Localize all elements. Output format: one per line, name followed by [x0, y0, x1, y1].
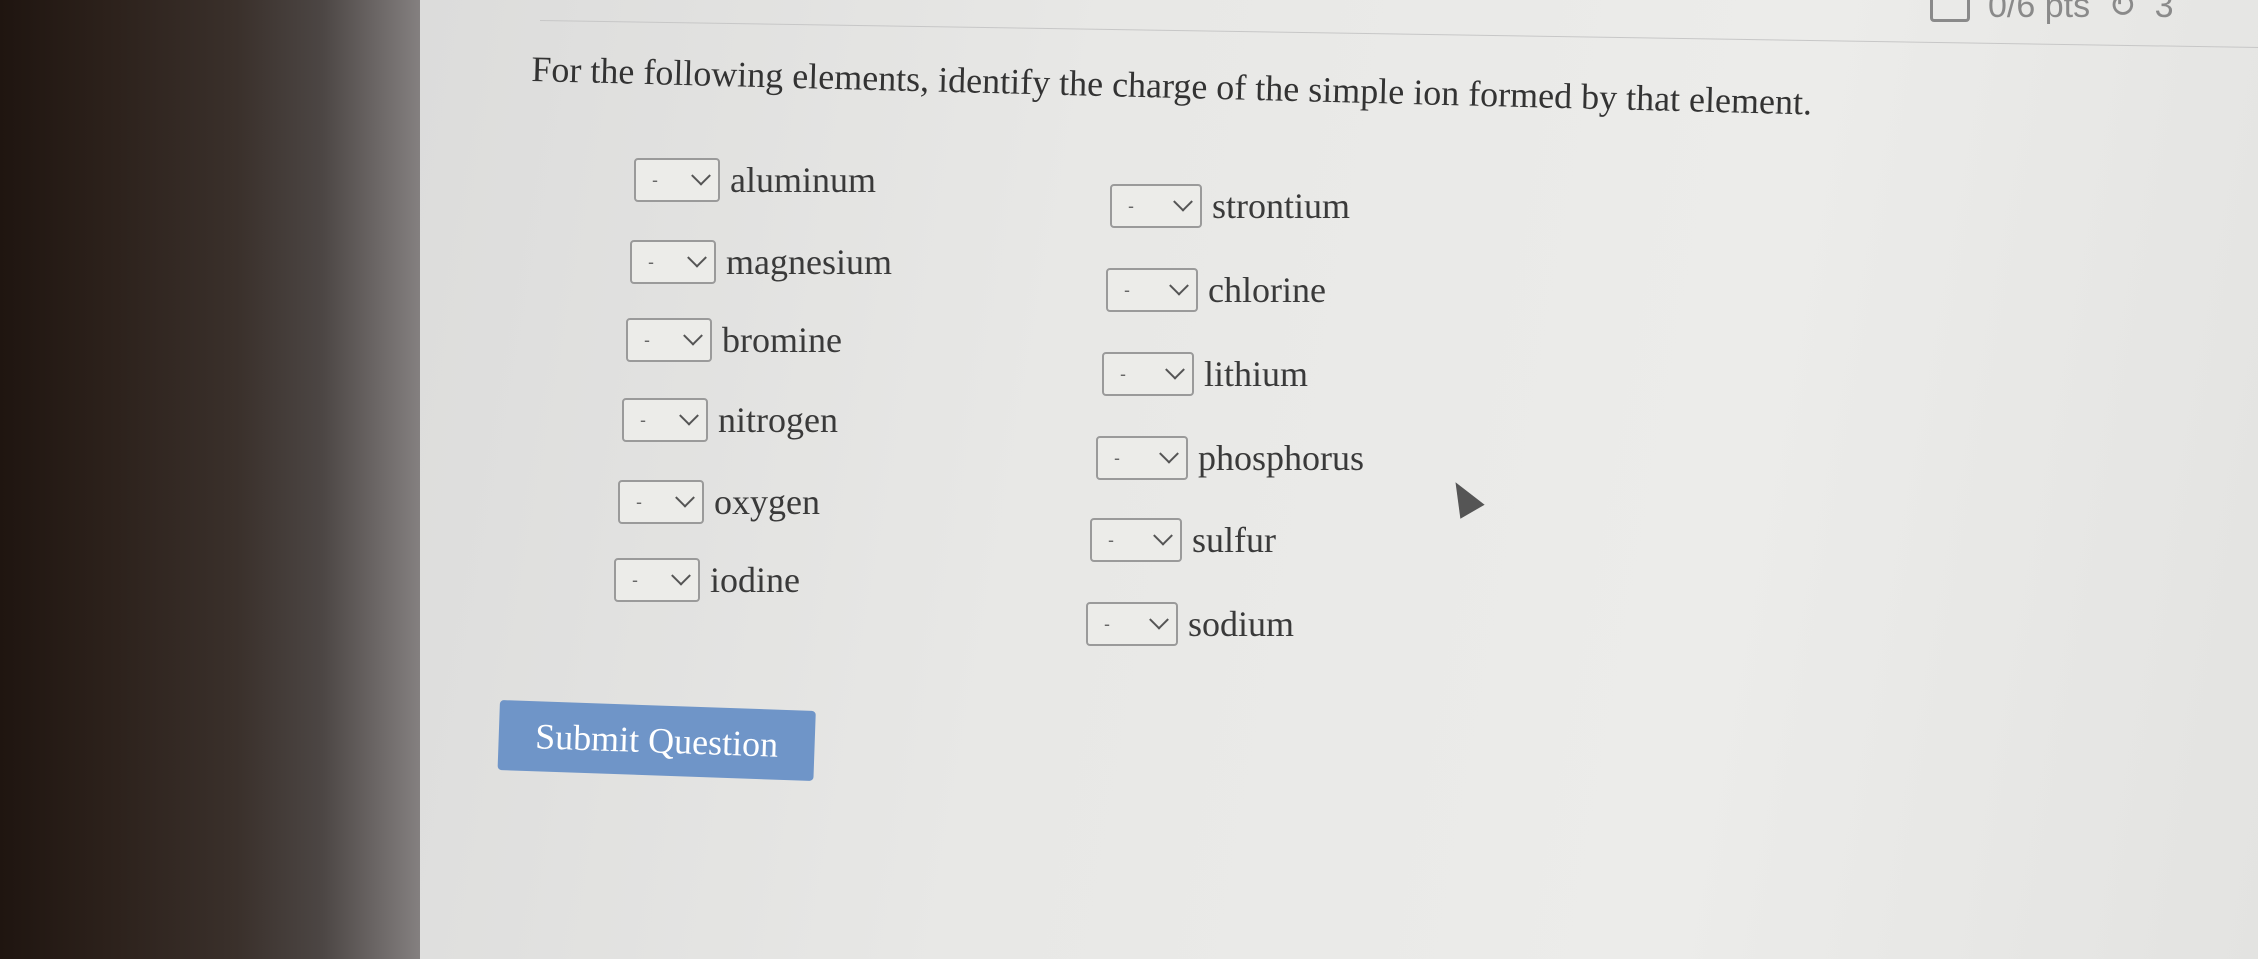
charge-select[interactable]: - — [626, 318, 712, 362]
chevron-down-icon — [691, 165, 711, 186]
element-label: sodium — [1188, 604, 1295, 644]
retry-icon: ↻ — [2108, 0, 2137, 25]
element-label: magnesium — [726, 242, 892, 282]
chevron-down-icon — [683, 325, 703, 346]
element-label: aluminum — [730, 160, 876, 200]
element-row-phosphorus: - phosphorus — [1096, 436, 1364, 480]
points-text: 0/6 pts — [1988, 0, 2091, 25]
element-label: bromine — [722, 320, 842, 360]
chevron-down-icon — [1169, 275, 1189, 296]
charge-select[interactable]: - — [618, 480, 704, 524]
monitor-bezel — [0, 0, 430, 959]
chevron-down-icon — [675, 487, 695, 508]
element-row-iodine: - iodine — [614, 558, 800, 602]
submit-question-button[interactable]: Submit Question — [497, 700, 816, 781]
chevron-down-icon — [1149, 609, 1169, 630]
score-area: 0/6 pts ↻ 3 — [1930, 0, 2174, 26]
mouse-cursor-icon — [1443, 475, 1485, 519]
element-label: iodine — [710, 560, 800, 600]
retry-count: 3 — [2154, 0, 2174, 25]
charge-select[interactable]: - — [1110, 184, 1202, 228]
charge-select[interactable]: - — [1102, 352, 1194, 396]
chevron-down-icon — [1153, 525, 1173, 546]
element-label: strontium — [1212, 186, 1351, 226]
charge-select[interactable]: - — [622, 398, 708, 442]
element-row-oxygen: - oxygen — [618, 480, 820, 524]
element-row-sodium: - sodium — [1086, 602, 1294, 646]
charge-select[interactable]: - — [1096, 436, 1188, 480]
element-label: phosphorus — [1198, 438, 1365, 478]
chevron-down-icon — [687, 247, 707, 268]
charge-select[interactable]: - — [614, 558, 700, 602]
question-screen: 0/6 pts ↻ 3 For the following elements, … — [420, 0, 2258, 959]
charge-select[interactable]: - — [1106, 268, 1198, 312]
charge-select[interactable]: - — [634, 158, 720, 202]
element-row-chlorine: - chlorine — [1106, 268, 1326, 312]
charge-select[interactable]: - — [630, 240, 716, 284]
chevron-down-icon — [679, 405, 699, 426]
chevron-down-icon — [671, 565, 691, 586]
chevron-down-icon — [1159, 443, 1179, 464]
element-row-sulfur: - sulfur — [1090, 518, 1276, 562]
element-row-nitrogen: - nitrogen — [622, 398, 838, 442]
element-label: lithium — [1204, 354, 1309, 394]
chevron-down-icon — [1173, 191, 1193, 212]
element-label: nitrogen — [718, 400, 838, 440]
score-icon — [1930, 0, 1970, 22]
element-label: chlorine — [1208, 270, 1326, 310]
element-label: sulfur — [1192, 520, 1276, 560]
element-row-bromine: - bromine — [626, 318, 842, 362]
question-text: For the following elements, identify the… — [530, 48, 1813, 123]
element-row-magnesium: - magnesium — [630, 240, 892, 284]
charge-select[interactable]: - — [1086, 602, 1178, 646]
element-row-aluminum: - aluminum — [634, 158, 876, 202]
element-row-strontium: - strontium — [1110, 184, 1350, 228]
chevron-down-icon — [1165, 359, 1185, 380]
element-label: oxygen — [714, 482, 820, 522]
charge-select[interactable]: - — [1090, 518, 1182, 562]
element-row-lithium: - lithium — [1102, 352, 1308, 396]
